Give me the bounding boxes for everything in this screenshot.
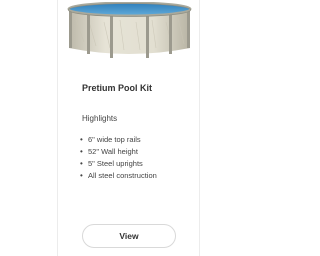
bullet-icon: • bbox=[80, 135, 83, 144]
list-item: • All steel construction bbox=[80, 170, 157, 182]
highlights-heading: Highlights bbox=[82, 114, 118, 123]
pool-image bbox=[66, 1, 193, 58]
feature-text: All steel construction bbox=[88, 171, 157, 180]
product-title: Pretium Pool Kit bbox=[82, 83, 153, 93]
feature-text: 52" Wall height bbox=[88, 147, 138, 156]
list-item: • 6" wide top rails bbox=[80, 134, 157, 146]
view-button[interactable]: View bbox=[82, 224, 176, 248]
list-item: • 5" Steel uprights bbox=[80, 158, 157, 170]
bullet-icon: • bbox=[80, 171, 83, 180]
bullet-icon: • bbox=[80, 147, 83, 156]
feature-text: 6" wide top rails bbox=[88, 135, 141, 144]
feature-list: • 6" wide top rails • 52" Wall height • 5" … bbox=[80, 134, 157, 182]
product-card: Pretium Pool Kit Highlights • 6" wide top… bbox=[57, 0, 200, 256]
feature-text: 5" Steel uprights bbox=[88, 159, 143, 168]
list-item: • 52" Wall height bbox=[80, 146, 157, 158]
bullet-icon: • bbox=[80, 159, 83, 168]
